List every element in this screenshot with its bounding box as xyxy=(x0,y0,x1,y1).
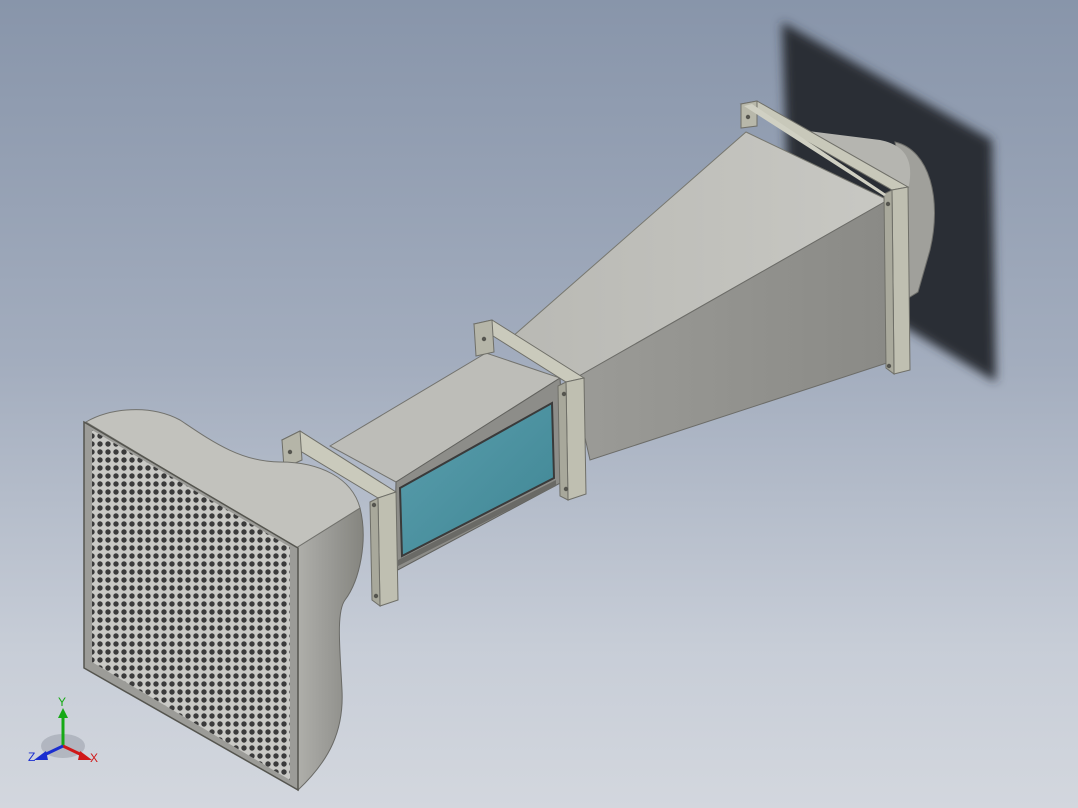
x-axis-label: X xyxy=(90,751,99,765)
z-axis-label: Z xyxy=(28,750,36,764)
bolt-hole xyxy=(287,449,293,455)
bolt-hole xyxy=(886,363,892,369)
mid-flange-edge xyxy=(557,381,569,501)
bolt-hole xyxy=(371,502,377,508)
model-viewport[interactable]: Y X Z xyxy=(0,0,1078,808)
rear-flange-edge xyxy=(883,189,895,376)
y-axis-head xyxy=(58,708,68,718)
rear-flange-side xyxy=(891,186,911,375)
bolt-hole xyxy=(745,114,751,120)
bolt-hole xyxy=(481,336,487,342)
front-flange-side xyxy=(377,491,399,607)
z-axis-head xyxy=(34,751,48,760)
y-axis-label: Y xyxy=(58,695,67,709)
bolt-hole xyxy=(885,201,891,207)
bolt-hole xyxy=(563,486,569,492)
wind-tunnel-model[interactable] xyxy=(0,0,1078,808)
orientation-triad[interactable]: Y X Z xyxy=(26,694,106,770)
front-flange-edge xyxy=(369,497,381,608)
bolt-hole xyxy=(373,593,379,599)
mid-flange-side xyxy=(565,377,587,501)
contraction-side xyxy=(295,507,364,792)
bolt-hole xyxy=(561,391,567,397)
